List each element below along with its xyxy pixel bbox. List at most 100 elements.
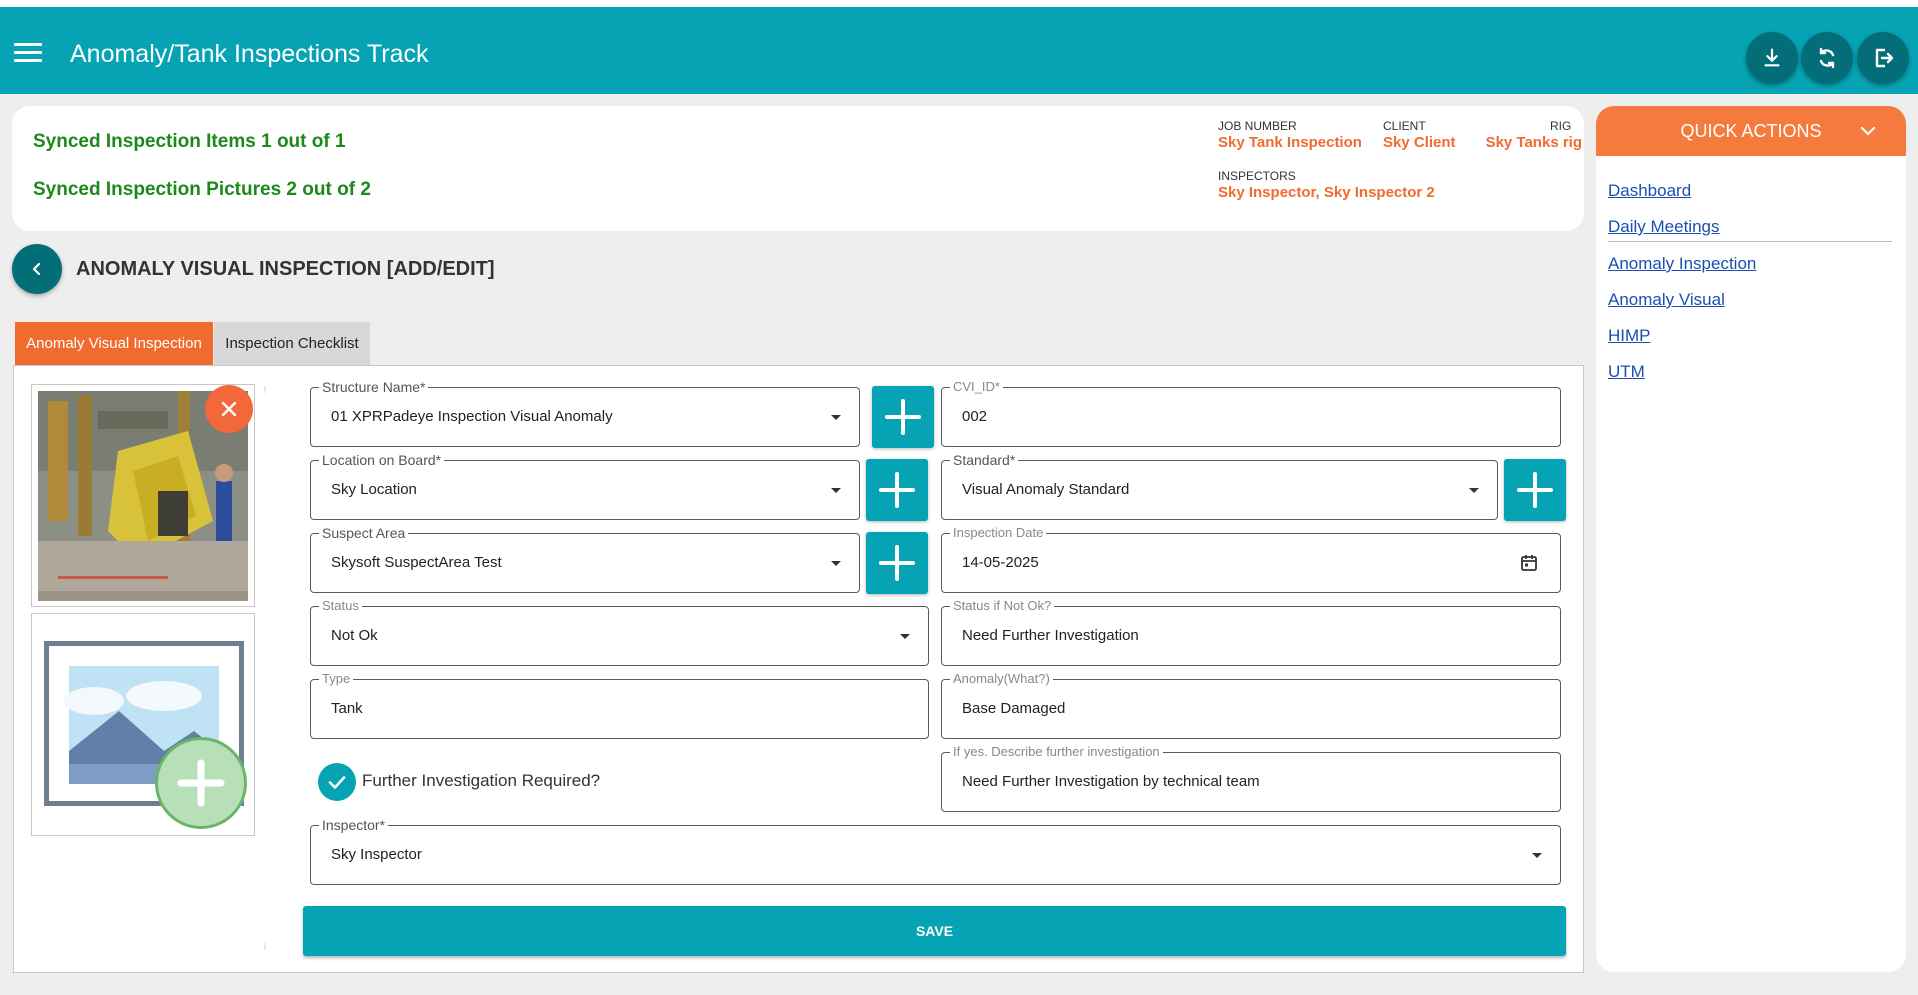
synced-items-out-of: out of bbox=[276, 131, 330, 152]
synced-pictures-line: Synced Inspection Pictures 2 out of 2 bbox=[33, 179, 371, 201]
quick-link-anomaly-inspection[interactable]: Anomaly Inspection bbox=[1608, 254, 1756, 274]
chevron-down-icon bbox=[1860, 126, 1876, 136]
suspect-area-select[interactable]: Suspect Area Skysoft SuspectArea Test bbox=[310, 525, 860, 593]
checkmark-icon bbox=[328, 776, 346, 789]
sync-icon bbox=[1819, 47, 1835, 69]
describe-value: Need Further Investigation by technical … bbox=[962, 773, 1260, 790]
inspectors-value: Sky Inspector, Sky Inspector 2 bbox=[1218, 184, 1435, 201]
quick-actions-panel: QUICK ACTIONS Dashboard Daily Meetings A… bbox=[1596, 106, 1906, 972]
type-value: Tank bbox=[331, 700, 363, 717]
hamburger-menu-icon[interactable] bbox=[14, 43, 42, 67]
remove-photo-button[interactable] bbox=[205, 385, 253, 433]
logout-button[interactable] bbox=[1857, 32, 1909, 84]
add-location-button[interactable] bbox=[866, 459, 928, 521]
quick-link-daily-meetings[interactable]: Daily Meetings bbox=[1608, 217, 1720, 237]
quick-link-anomaly-visual[interactable]: Anomaly Visual bbox=[1608, 290, 1725, 310]
job-number-label: JOB NUMBER bbox=[1218, 119, 1297, 133]
chevron-left-icon bbox=[32, 262, 41, 276]
status-if-not-ok-field[interactable]: Status if Not Ok? Need Further Investiga… bbox=[941, 598, 1561, 666]
inspector-label: Inspector* bbox=[319, 817, 389, 833]
inspection-date-label: Inspection Date bbox=[950, 525, 1047, 540]
dropdown-caret-icon bbox=[900, 634, 910, 639]
tab-inspection-checklist[interactable]: Inspection Checklist bbox=[214, 322, 370, 365]
calendar-icon[interactable] bbox=[1520, 554, 1538, 572]
anomaly-what-field[interactable]: Anomaly(What?) Base Damaged bbox=[941, 671, 1561, 739]
scroll-down-icon[interactable]: ↓ bbox=[262, 938, 268, 952]
inspection-date-field[interactable]: Inspection Date 14-05-2025 bbox=[941, 525, 1561, 593]
add-suspect-area-button[interactable] bbox=[866, 532, 928, 594]
type-field[interactable]: Type Tank bbox=[310, 671, 929, 739]
cvi-id-field[interactable]: CVI_ID* 002 bbox=[941, 379, 1561, 447]
status-not-ok-label: Status if Not Ok? bbox=[950, 598, 1055, 613]
plus-icon bbox=[879, 545, 915, 581]
sync-button[interactable] bbox=[1801, 32, 1853, 84]
scroll-up-icon[interactable]: ↑ bbox=[262, 382, 268, 396]
add-structure-button[interactable] bbox=[872, 386, 934, 448]
inspectors-label: INSPECTORS bbox=[1218, 169, 1296, 183]
download-icon bbox=[1764, 48, 1780, 67]
add-photo-button[interactable] bbox=[155, 737, 247, 829]
structure-name-value: 01 XPRPadeye Inspection Visual Anomaly bbox=[331, 408, 613, 425]
status-value: Not Ok bbox=[331, 627, 378, 644]
suspect-area-label: Suspect Area bbox=[319, 525, 409, 541]
dropdown-caret-icon bbox=[831, 561, 841, 566]
sync-status-card: Synced Inspection Items 1 out of 1 Synce… bbox=[12, 106, 1584, 231]
anomaly-value: Base Damaged bbox=[962, 700, 1066, 717]
tab-anomaly-visual-inspection[interactable]: Anomaly Visual Inspection bbox=[15, 322, 213, 365]
describe-investigation-field[interactable]: If yes. Describe further investigation N… bbox=[941, 744, 1561, 812]
synced-pictures-count: 2 bbox=[286, 179, 297, 200]
further-investigation-label: Further Investigation Required? bbox=[362, 771, 601, 790]
cvi-id-value: 002 bbox=[962, 408, 988, 425]
inspector-value: Sky Inspector bbox=[331, 846, 422, 863]
add-standard-button[interactable] bbox=[1504, 459, 1566, 521]
logout-icon bbox=[1875, 48, 1894, 68]
quick-link-dashboard[interactable]: Dashboard bbox=[1608, 181, 1691, 201]
inspection-date-value: 14-05-2025 bbox=[962, 554, 1039, 571]
status-not-ok-value: Need Further Investigation bbox=[962, 627, 1139, 644]
save-button[interactable]: SAVE bbox=[303, 906, 1566, 956]
synced-items-count: 1 bbox=[261, 131, 272, 152]
cvi-id-label: CVI_ID* bbox=[950, 379, 1003, 394]
plus-icon bbox=[885, 399, 921, 435]
quick-actions-header[interactable]: QUICK ACTIONS bbox=[1596, 106, 1906, 156]
browser-top-strip bbox=[0, 0, 1918, 7]
structure-name-select[interactable]: Structure Name* 01 XPRPadeye Inspection … bbox=[310, 379, 860, 447]
status-select[interactable]: Status Not Ok bbox=[310, 598, 929, 666]
quick-link-utm[interactable]: UTM bbox=[1608, 362, 1645, 382]
dropdown-caret-icon bbox=[1469, 488, 1479, 493]
download-button[interactable] bbox=[1746, 32, 1798, 84]
inspector-select[interactable]: Inspector* Sky Inspector bbox=[310, 817, 1561, 885]
standard-select[interactable]: Standard* Visual Anomaly Standard bbox=[941, 452, 1498, 520]
client-value: Sky Client bbox=[1383, 134, 1456, 151]
synced-items-line: Synced Inspection Items 1 out of 1 bbox=[33, 131, 346, 153]
job-number-value: Sky Tank Inspection bbox=[1218, 134, 1362, 151]
back-button[interactable] bbox=[12, 244, 62, 294]
location-value: Sky Location bbox=[331, 481, 417, 498]
app-title: Anomaly/Tank Inspections Track bbox=[70, 40, 429, 68]
standard-label: Standard* bbox=[950, 452, 1019, 468]
suspect-area-value: Skysoft SuspectArea Test bbox=[331, 554, 502, 571]
rig-label: RIG bbox=[1550, 119, 1572, 133]
quick-link-himp[interactable]: HIMP bbox=[1608, 326, 1651, 346]
plus-icon bbox=[177, 759, 225, 807]
synced-items-label: Synced Inspection Items bbox=[33, 131, 256, 152]
plus-icon bbox=[879, 472, 915, 508]
type-label: Type bbox=[319, 671, 354, 686]
page-title: ANOMALY VISUAL INSPECTION [ADD/EDIT] bbox=[76, 258, 495, 280]
plus-icon bbox=[1517, 472, 1553, 508]
dropdown-caret-icon bbox=[831, 415, 841, 420]
close-icon bbox=[221, 401, 237, 417]
client-label: CLIENT bbox=[1383, 119, 1426, 133]
synced-pictures-out-of: out of bbox=[302, 179, 356, 200]
synced-pictures-label: Synced Inspection Pictures bbox=[33, 179, 282, 200]
anomaly-label: Anomaly(What?) bbox=[950, 671, 1053, 686]
rig-value: Sky Tanks rig bbox=[1485, 134, 1582, 151]
dropdown-caret-icon bbox=[1532, 853, 1542, 858]
standard-value: Visual Anomaly Standard bbox=[962, 481, 1130, 498]
quick-actions-divider bbox=[1608, 241, 1892, 242]
describe-label: If yes. Describe further investigation bbox=[950, 744, 1163, 759]
location-on-board-select[interactable]: Location on Board* Sky Location bbox=[310, 452, 860, 520]
further-investigation-checkbox[interactable] bbox=[318, 763, 356, 801]
dropdown-caret-icon bbox=[831, 488, 841, 493]
quick-actions-title: QUICK ACTIONS bbox=[1680, 120, 1822, 141]
